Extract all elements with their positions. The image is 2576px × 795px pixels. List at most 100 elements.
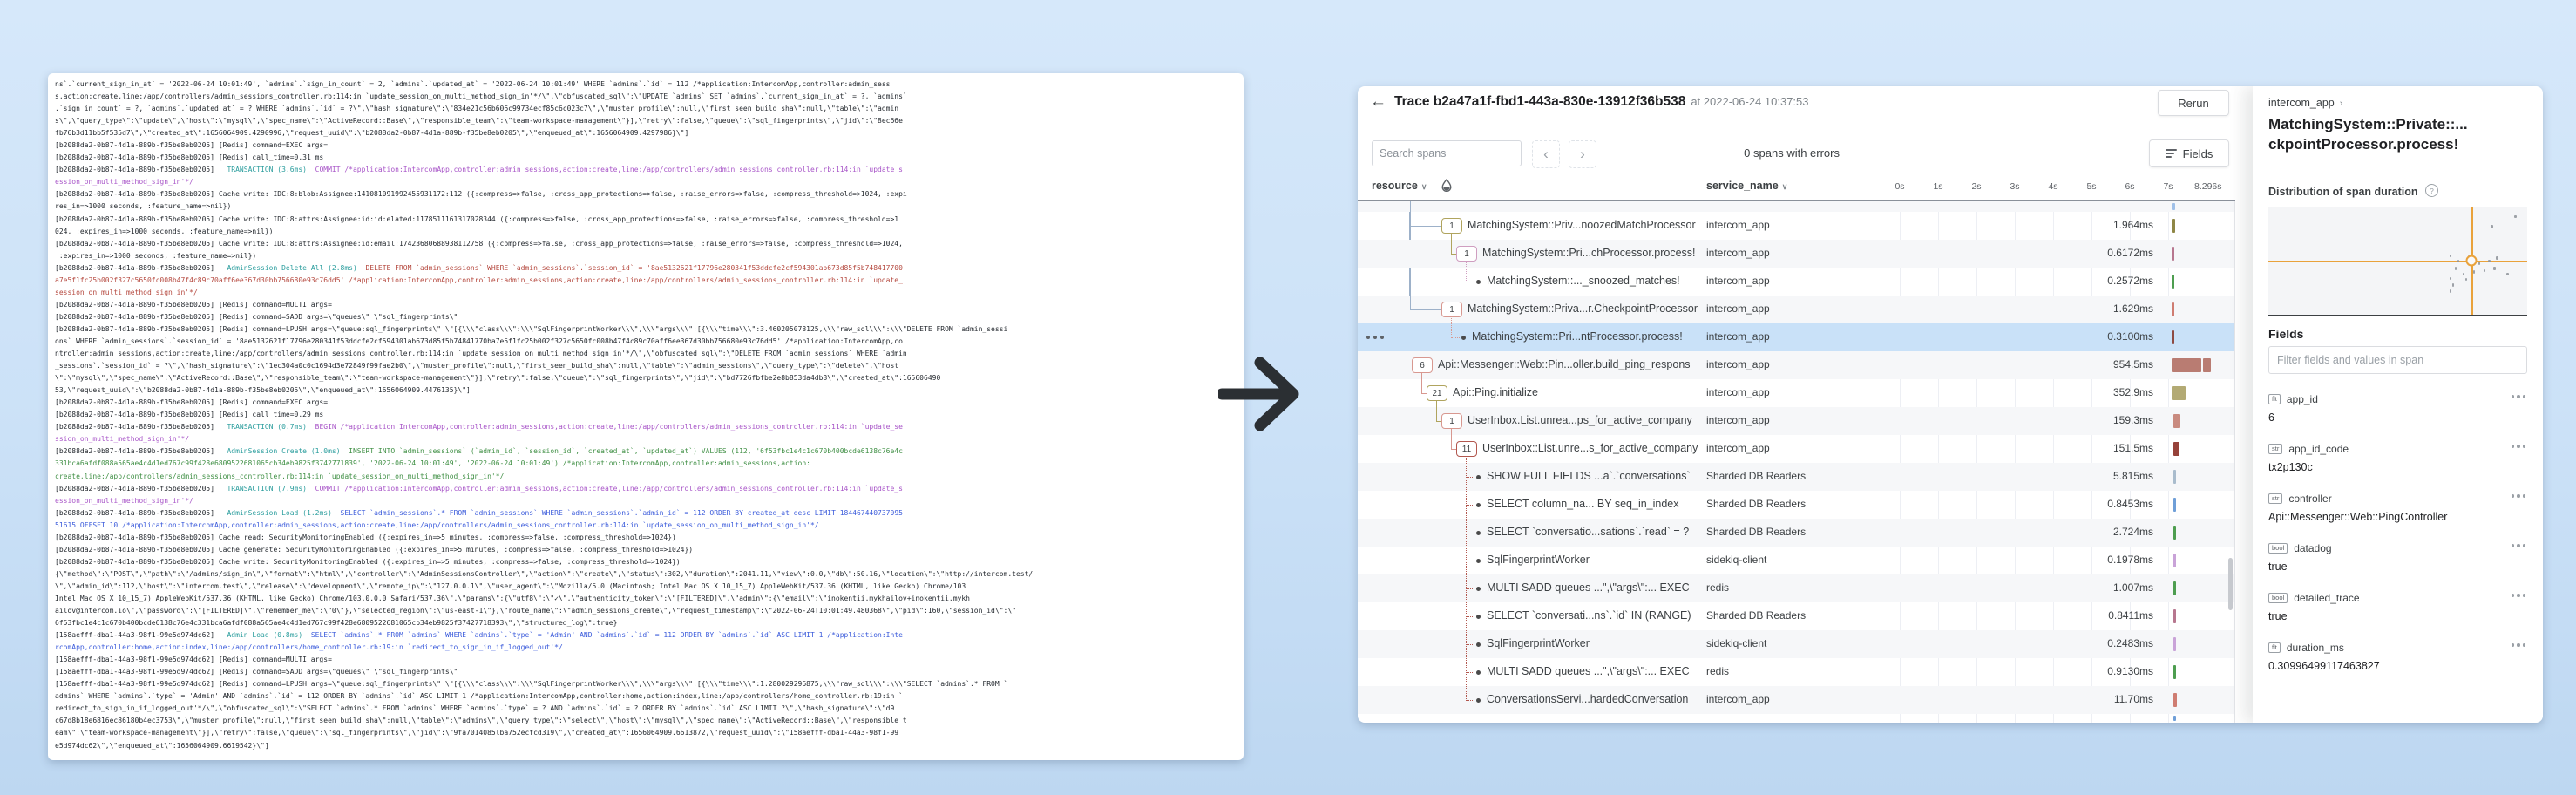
table-row[interactable]: ConversationsServi...hardedConversationi… bbox=[1358, 686, 2235, 714]
span-duration: 0.3100ms bbox=[2049, 330, 2153, 343]
span-flame-bar[interactable] bbox=[2172, 330, 2174, 344]
span-resource-label[interactable]: ConversationsServi...hardedConversation bbox=[1487, 693, 1688, 705]
span-resource-label[interactable]: MatchingSystem::Priva...r.CheckpointProc… bbox=[1468, 302, 1698, 315]
span-flame-bar[interactable] bbox=[2173, 716, 2176, 721]
span-flame-bar[interactable] bbox=[2173, 498, 2176, 512]
span-flame-bar[interactable] bbox=[2173, 470, 2176, 484]
table-row[interactable]: 11 UserInbox::List.unre...s_for_active_co… bbox=[1358, 435, 2235, 463]
span-flame-bar[interactable] bbox=[2172, 203, 2175, 210]
span-flame-bar[interactable] bbox=[2173, 442, 2179, 456]
field-type-badge: str bbox=[2268, 444, 2282, 454]
span-service-name: Sharded DB Readers bbox=[1706, 470, 1806, 482]
span-duration-distribution-chart[interactable] bbox=[2268, 207, 2527, 316]
child-count-badge[interactable]: 1 bbox=[1456, 246, 1477, 262]
breadcrumb[interactable]: intercom_app› bbox=[2268, 97, 2342, 109]
span-flame-bar[interactable] bbox=[2173, 581, 2176, 595]
span-resource-label[interactable]: MatchingSystem::..._snoozed_matches! bbox=[1487, 275, 1680, 287]
span-resource-label[interactable]: MatchingSystem::Pri...ntProcessor.proces… bbox=[1472, 330, 1683, 343]
span-resource-label[interactable]: MatchingSystem::Pri...chProcessor.proces… bbox=[1482, 247, 1696, 259]
filter-fields-input[interactable] bbox=[2268, 346, 2527, 374]
span-flame-bar[interactable] bbox=[2172, 386, 2186, 400]
table-row[interactable]: SELECT `conversatio...sations`.`read` = … bbox=[1358, 519, 2235, 547]
table-row[interactable]: SELECT column_na... BY seq_in_indexShard… bbox=[1358, 491, 2235, 519]
child-count-badge[interactable]: 1 bbox=[1441, 413, 1462, 429]
table-row[interactable]: SHOW FULL FIELDS ...a`.`conversations` Sh… bbox=[1358, 463, 2235, 491]
field-options-icon[interactable] bbox=[2512, 395, 2526, 398]
span-flame-bar[interactable] bbox=[2173, 554, 2176, 567]
span-resource-label[interactable]: UserInbox::List.unre...s_for_active_comp… bbox=[1482, 442, 1698, 454]
rerun-button[interactable]: Rerun bbox=[2158, 90, 2229, 116]
log-line: e5d974dc62\",\"enqueued_at\":1656064909.… bbox=[55, 740, 1238, 752]
table-row[interactable]: MatchingSystem::Pri...ntProcessor.proces… bbox=[1358, 323, 2235, 351]
table-row[interactable]: MULTI SADD queues ...",\"args\":... EXEC… bbox=[1358, 658, 2235, 686]
prev-match-button[interactable]: ‹ bbox=[1532, 140, 1560, 168]
table-row[interactable]: 21Api::Ping.initializeintercom_app352.9m… bbox=[1358, 379, 2235, 407]
field-options-icon[interactable] bbox=[2512, 594, 2526, 597]
child-count-badge[interactable]: 1 bbox=[1441, 302, 1462, 317]
table-row[interactable]: 1 MatchingSystem::Priv...noozedMatchProce… bbox=[1358, 212, 2235, 240]
tree-connector bbox=[1466, 644, 1474, 673]
search-spans-input[interactable] bbox=[1372, 140, 1522, 166]
field-header: fltapp_id bbox=[2268, 393, 2527, 405]
span-duration: 11.70ms bbox=[2049, 693, 2153, 705]
service-column-header[interactable]: service_name∨ bbox=[1706, 180, 1787, 192]
trace-title: Trace b2a47a1f-fbd1-443a-830e-13912f36b5… bbox=[1394, 94, 1809, 110]
span-resource-label[interactable]: MULTI SADD queues ...",\"args\":... EXEC bbox=[1487, 581, 1690, 594]
span-flame-bar[interactable] bbox=[2173, 637, 2176, 651]
span-flame-bar[interactable] bbox=[2172, 275, 2174, 289]
table-row[interactable]: 1 MatchingSystem::Priva...r.CheckpointPro… bbox=[1358, 296, 2235, 323]
help-icon[interactable]: ? bbox=[2425, 184, 2438, 197]
table-row[interactable]: MatchingSystem::..._snoozed_matches!inte… bbox=[1358, 268, 2235, 296]
span-resource-label[interactable]: UserInbox.List.unrea...ps_for_active_com… bbox=[1468, 414, 1692, 426]
table-row[interactable]: 1 MatchingSystem::Pri...chProcessor.proce… bbox=[1358, 240, 2235, 268]
log-line: [b2088da2-0b87-4d1a-889b-f35be8eb0205] C… bbox=[55, 544, 1238, 556]
span-flame-bar[interactable] bbox=[2172, 219, 2175, 233]
span-flame-bar[interactable] bbox=[2172, 358, 2201, 372]
span-resource-label[interactable]: SHOW FULL FIELDS ...a`.`conversations` bbox=[1487, 470, 1691, 482]
span-resource-label[interactable]: Api::Messenger::Web::Pin...oller.build_p… bbox=[1438, 358, 1691, 370]
fields-button[interactable]: Fields bbox=[2149, 139, 2229, 167]
log-segment: [158aefff-dba1-44a3-98f1-99e5d974dc62] [… bbox=[55, 656, 332, 663]
table-row[interactable]: 1 UserInbox.List.unrea...ps_for_active_co… bbox=[1358, 407, 2235, 435]
back-arrow-icon[interactable]: ← bbox=[1370, 92, 1386, 112]
span-flame-bar[interactable] bbox=[2173, 414, 2180, 428]
span-duration: 0.2572ms bbox=[2049, 275, 2153, 287]
span-flame-bar[interactable] bbox=[2173, 693, 2177, 707]
span-flame-bar[interactable] bbox=[2173, 526, 2176, 540]
fields-list-icon bbox=[2166, 147, 2177, 160]
resource-column-header[interactable]: resource∨ bbox=[1372, 180, 1427, 192]
field-options-icon[interactable] bbox=[2512, 544, 2526, 547]
field-options-icon[interactable] bbox=[2512, 445, 2526, 448]
child-count-badge[interactable]: 21 bbox=[1427, 385, 1447, 401]
tree-connector bbox=[1466, 477, 1474, 506]
field-options-icon[interactable] bbox=[2512, 494, 2526, 498]
span-flame-bar-segment[interactable] bbox=[2203, 358, 2211, 372]
table-row[interactable]: 6 Api::Messenger::Web::Pin...oller.build_… bbox=[1358, 351, 2235, 379]
field-options-icon[interactable] bbox=[2512, 643, 2526, 647]
table-row[interactable]: SqlFingerprintWorkersidekiq-client0.2483… bbox=[1358, 630, 2235, 658]
span-flame-bar[interactable] bbox=[2172, 247, 2174, 261]
span-resource-label[interactable]: SqlFingerprintWorker bbox=[1487, 554, 1590, 566]
span-resource-label[interactable]: MULTI SADD queues ...",\"args\":... EXEC bbox=[1487, 665, 1690, 677]
table-row[interactable]: SqlFingerprintWorkersidekiq-client0.1978… bbox=[1358, 547, 2235, 574]
row-options-icon[interactable] bbox=[1366, 336, 1384, 339]
table-row[interactable]: SELECT `conversati...ns`.`id` IN (RANGE)… bbox=[1358, 602, 2235, 630]
vertical-scrollbar[interactable] bbox=[2228, 558, 2233, 610]
span-resource-label[interactable]: SELECT `conversati...ns`.`id` IN (RANGE) bbox=[1487, 609, 1691, 622]
droplet-icon[interactable] bbox=[1441, 179, 1452, 192]
child-count-badge[interactable]: 6 bbox=[1412, 357, 1433, 373]
span-resource-label[interactable]: MatchingSystem::Priv...noozedMatchProces… bbox=[1468, 219, 1696, 231]
table-row[interactable]: MULTI SADD queues ...",\"args\":... EXEC… bbox=[1358, 574, 2235, 602]
child-count-badge[interactable]: 11 bbox=[1456, 441, 1477, 457]
log-segment: [b2088da2-0b87-4d1a-889b-f35be8eb0205] C… bbox=[55, 215, 898, 223]
span-resource-label[interactable]: Api::Ping.initialize bbox=[1453, 386, 1538, 398]
span-flame-bar[interactable] bbox=[2173, 665, 2176, 679]
span-flame-bar[interactable] bbox=[2172, 302, 2174, 316]
next-match-button[interactable]: › bbox=[1569, 140, 1596, 168]
span-service-name: intercom_app bbox=[1706, 414, 1770, 426]
span-resource-label[interactable]: SELECT `conversatio...sations`.`read` = … bbox=[1487, 526, 1689, 538]
child-count-badge[interactable]: 1 bbox=[1441, 218, 1462, 234]
span-resource-label[interactable]: SqlFingerprintWorker bbox=[1487, 637, 1590, 649]
span-resource-label[interactable]: SELECT column_na... BY seq_in_index bbox=[1487, 498, 1679, 510]
span-flame-bar[interactable] bbox=[2173, 609, 2176, 623]
